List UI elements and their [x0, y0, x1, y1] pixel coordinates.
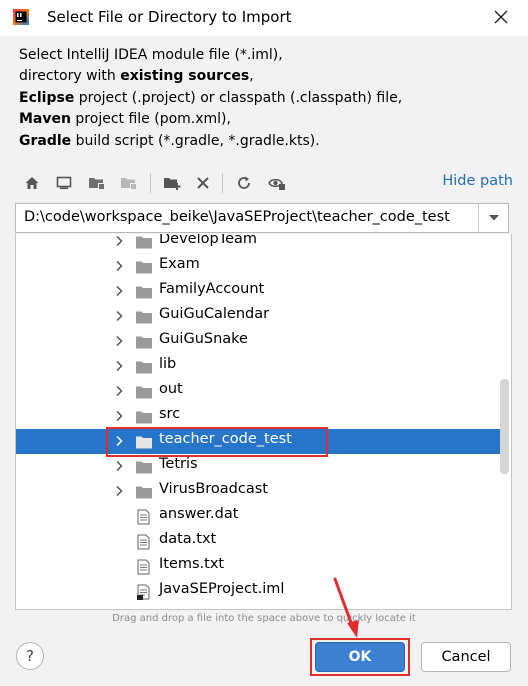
tree-item[interactable]: lib: [16, 354, 500, 379]
selection-highlight-annotation: [106, 427, 328, 457]
toolbar-separator: [150, 173, 151, 193]
chevron-right-icon[interactable]: [113, 335, 125, 347]
chevron-right-icon[interactable]: [113, 485, 125, 497]
chevron-down-icon: [488, 215, 499, 221]
folder-icon: [136, 311, 152, 324]
tree-item[interactable]: Items.txt: [16, 554, 500, 579]
toolbar-separator: [222, 173, 223, 193]
tree-item[interactable]: GuiGuSnake: [16, 329, 500, 354]
tree-item-label: lib: [159, 356, 177, 372]
tree-item-label: Items.txt: [159, 556, 225, 572]
drag-drop-hint: Drag and drop a file into the space abov…: [112, 613, 416, 624]
tree-item-label: VirusBroadcast: [159, 481, 268, 497]
description-line: directory with existing sources,: [19, 68, 254, 85]
intellij-idea-icon: [13, 9, 29, 25]
tree-item[interactable]: data.txt: [16, 529, 500, 554]
folder-icon: [136, 461, 152, 474]
folder-icon: [136, 286, 152, 299]
file-chooser-toolbar: Hide path: [15, 168, 515, 198]
tree-item-label: Exam: [159, 256, 200, 272]
description-line: Eclipse project (.project) or classpath …: [19, 89, 403, 106]
chevron-right-icon[interactable]: [113, 260, 125, 272]
tree-item[interactable]: FamilyAccount: [16, 279, 500, 304]
tree-item-label: GuiGuSnake: [159, 331, 248, 347]
tree-item-label: GuiGuCalendar: [159, 306, 270, 322]
chevron-right-icon[interactable]: [113, 385, 125, 397]
tree-item-label: data.txt: [159, 531, 217, 547]
tree-item[interactable]: src: [16, 404, 500, 429]
folder-icon: [136, 386, 152, 399]
chevron-right-icon[interactable]: [113, 360, 125, 372]
project-folder-icon[interactable]: [86, 172, 108, 194]
folder-icon: [136, 336, 152, 349]
folder-icon: [136, 236, 152, 249]
tree-item-label: JavaSEProject.iml: [159, 581, 285, 597]
chevron-right-icon[interactable]: [113, 285, 125, 297]
folder-icon: [136, 411, 152, 424]
home-icon[interactable]: [21, 172, 43, 194]
import-description: Select IntelliJ IDEA module file (*.iml)…: [19, 45, 402, 152]
help-button[interactable]: ?: [16, 642, 44, 670]
path-history-dropdown[interactable]: [478, 204, 508, 232]
text-file-icon: [137, 534, 150, 550]
title-bar: Select File or Directory to Import: [0, 0, 528, 36]
close-icon[interactable]: [492, 8, 510, 26]
cancel-button[interactable]: Cancel: [421, 642, 511, 672]
ok-button[interactable]: OK: [315, 642, 405, 672]
window-title: Select File or Directory to Import: [47, 8, 292, 26]
hide-path-link[interactable]: Hide path: [442, 173, 513, 189]
folder-icon: [136, 261, 152, 274]
path-combobox[interactable]: D:\code\workspace_beike\JavaSEProject\te…: [15, 203, 509, 233]
tree-item-label: FamilyAccount: [159, 281, 265, 297]
tree-item[interactable]: DevelopTeam: [16, 234, 500, 254]
show-hidden-icon[interactable]: [266, 172, 288, 194]
tree-item-label: Tetris: [159, 456, 198, 472]
description-line: Gradle build script (*.gradle, *.gradle.…: [19, 132, 320, 149]
tree-item-label: answer.dat: [159, 506, 239, 522]
chevron-right-icon[interactable]: [113, 235, 125, 247]
chevron-right-icon[interactable]: [113, 410, 125, 422]
description-line: Maven project file (pom.xml),: [19, 111, 231, 128]
tree-item[interactable]: JavaSEProject.iml: [16, 579, 500, 604]
annotation-arrow: [333, 577, 359, 638]
iml-file-icon: [137, 584, 150, 600]
tree-scrollbar[interactable]: [500, 379, 509, 474]
tree-item-label: src: [159, 406, 181, 422]
desktop-icon[interactable]: [53, 172, 75, 194]
description-line: Select IntelliJ IDEA module file (*.iml)…: [19, 47, 283, 63]
file-tree[interactable]: DevelopTeam Exam FamilyAccount GuiGuCalenda…: [15, 234, 512, 610]
refresh-icon[interactable]: [233, 172, 255, 194]
tree-item[interactable]: GuiGuCalendar: [16, 304, 500, 329]
tree-item-label: DevelopTeam: [159, 234, 258, 247]
tree-item[interactable]: Exam: [16, 254, 500, 279]
folder-icon: [136, 361, 152, 374]
tree-item[interactable]: VirusBroadcast: [16, 479, 500, 504]
module-folder-icon[interactable]: [118, 172, 140, 194]
delete-icon[interactable]: [192, 172, 214, 194]
folder-icon: [136, 486, 152, 499]
path-input[interactable]: D:\code\workspace_beike\JavaSEProject\te…: [24, 209, 450, 225]
tree-item-label: out: [159, 381, 183, 397]
tree-item[interactable]: out: [16, 379, 500, 404]
tree-item[interactable]: Tetris: [16, 454, 500, 479]
chevron-right-icon[interactable]: [113, 310, 125, 322]
chevron-right-icon[interactable]: [113, 460, 125, 472]
new-folder-icon[interactable]: [161, 172, 183, 194]
tree-item[interactable]: answer.dat: [16, 504, 500, 529]
text-file-icon: [137, 559, 150, 575]
text-file-icon: [137, 509, 150, 525]
